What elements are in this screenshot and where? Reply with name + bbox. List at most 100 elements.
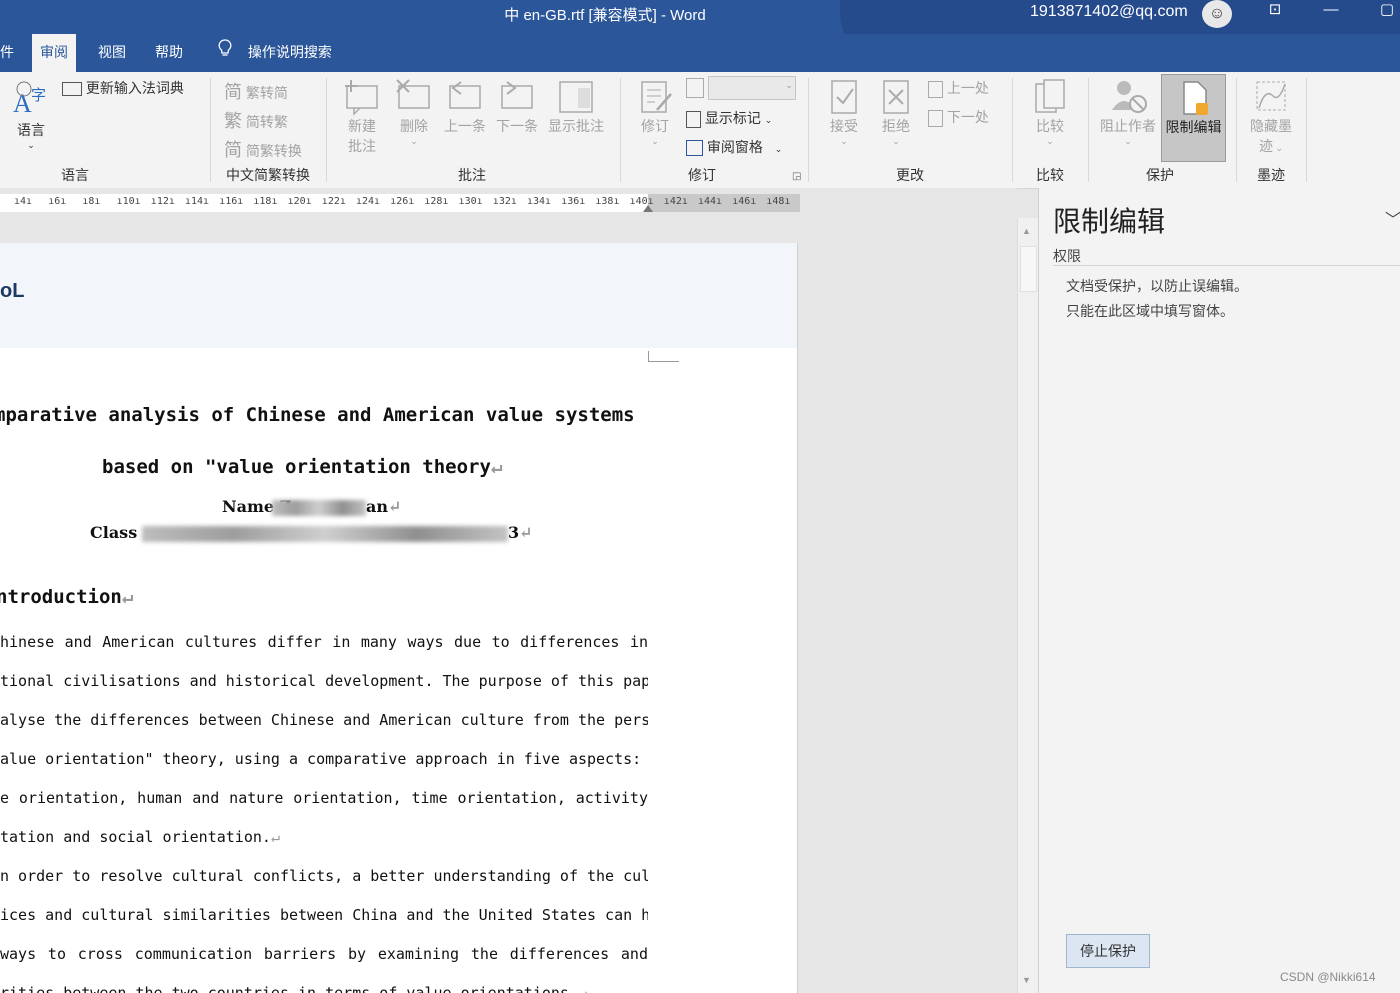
crop-mark <box>648 351 679 362</box>
chinese-convert-button[interactable]: 简 简繁转换 <box>224 136 302 162</box>
markup-display-dropdown[interactable]: ⌄ <box>686 76 796 100</box>
update-ime-dictionary-button[interactable]: 更新输入法词典 <box>62 78 184 98</box>
author-name-end: an↵ <box>366 497 401 516</box>
group-language-label: 语言 <box>61 167 89 183</box>
avatar[interactable]: ☺ <box>1202 0 1232 28</box>
compare-button[interactable]: 比较 ⌄ <box>1026 78 1074 147</box>
accept-icon <box>831 80 857 114</box>
chevron-down-icon: ⌄ <box>785 80 793 90</box>
section-heading: ntroduction↵ <box>0 586 133 608</box>
body-text-line: ways to cross communication barriers by … <box>0 945 648 963</box>
keyboard-icon <box>62 82 82 97</box>
previous-change-button[interactable]: 上一处 <box>928 78 989 98</box>
tracking-options-launcher-icon[interactable]: ◲ <box>792 171 801 182</box>
body-text-line-end: tation and social orientation.↵ <box>0 828 648 846</box>
group-ink-label: 墨迹 <box>1257 167 1285 183</box>
svg-text:字: 字 <box>31 86 46 104</box>
convert-icon: 简 <box>224 140 242 160</box>
group-divider <box>1306 78 1307 182</box>
new-comment-button[interactable]: 新建 批注 <box>338 78 386 156</box>
track-changes-icon <box>641 81 672 113</box>
restrict-editing-icon <box>1182 81 1208 115</box>
show-markup-icon <box>686 110 701 128</box>
right-indent-marker[interactable] <box>643 205 653 212</box>
title-bar: 中 en-GB.rtf [兼容模式] - Word 1913871402@qq.… <box>0 0 1400 34</box>
watermark: CSDN @Nikki614 <box>1280 970 1376 984</box>
tab-file[interactable]: 件 <box>0 34 22 72</box>
document-area: oL mparative analysis of Chinese and Ame… <box>0 218 1017 993</box>
reject-button[interactable]: 拒绝 ⌄ <box>872 78 920 147</box>
maximize-icon[interactable]: ▢ <box>1370 0 1400 22</box>
tab-view[interactable]: 视图 <box>90 34 134 72</box>
simp-to-trad-label: 简转繁 <box>245 114 288 130</box>
body-text-line: alyse the differences between Chinese an… <box>0 711 648 729</box>
show-markup-button[interactable]: 显示标记 ⌄ <box>686 108 772 128</box>
show-markup-label: 显示标记 <box>704 110 761 126</box>
ruler-tick-label: ı42ı <box>663 196 688 207</box>
protection-message-2: 只能在此区域中填写窗体。 <box>1066 303 1234 319</box>
tell-me-search[interactable]: 操作说明搜索 <box>210 34 340 72</box>
document-page[interactable]: oL mparative analysis of Chinese and Ame… <box>0 243 798 993</box>
window-title: 中 en-GB.rtf [兼容模式] - Word <box>504 7 706 24</box>
minimize-icon[interactable]: — <box>1314 0 1348 22</box>
redacted-class-info <box>142 526 508 542</box>
ribbon-display-options-icon[interactable]: ⊡ <box>1258 0 1292 22</box>
delete-comment-button[interactable]: 删除 ⌄ <box>390 78 438 147</box>
class-end-text: 3 <box>508 523 520 542</box>
delete-comment-icon <box>396 79 430 109</box>
language-button[interactable]: A 字 语言 ⌄ <box>8 78 54 151</box>
accept-button[interactable]: 接受 ⌄ <box>820 78 868 147</box>
ruler-tick-label: ı8ı <box>82 196 101 207</box>
tab-review[interactable]: 审阅 <box>32 34 76 72</box>
ruler-tick-label: ı32ı <box>492 196 517 207</box>
new-comment-label-1: 新建 <box>348 118 376 134</box>
reviewing-pane-button[interactable]: 审阅窗格 ⌄ <box>686 137 782 157</box>
restrict-editing-button[interactable]: 限制编辑 <box>1161 74 1226 162</box>
class-end: 3↵ <box>508 523 533 542</box>
new-comment-icon <box>345 80 378 116</box>
stop-protection-button[interactable]: 停止保护 <box>1066 934 1150 968</box>
restrict-editing-pane: 限制编辑 ﹀ 权限 文档受保护，以防止误编辑。 只能在此区域中填写窗体。 停止保… <box>1038 188 1400 993</box>
horizontal-ruler[interactable]: ı4ı ı6ı ı8ı ı10ı ı12ı ı14ı ı16ı ı18ı ı20ı ı22ı ı24… <box>0 188 1017 218</box>
chevron-down-icon: ⌄ <box>840 136 848 146</box>
hide-ink-label-2: 迹 <box>1258 138 1273 154</box>
redacted-name <box>272 500 366 516</box>
group-divider <box>210 78 211 182</box>
tab-help[interactable]: 帮助 <box>147 34 191 72</box>
vertical-scrollbar[interactable]: ▲ ▼ <box>1017 218 1038 993</box>
ruler-tick-label: ı14ı <box>185 196 210 207</box>
next-change-button[interactable]: 下一处 <box>928 107 989 127</box>
lightbulb-icon <box>218 34 236 70</box>
scroll-up-icon[interactable]: ▲ <box>1022 226 1031 236</box>
ruler-tick-label: ı38ı <box>595 196 620 207</box>
trad-to-simp-button[interactable]: 简 繁转简 <box>224 78 288 104</box>
pane-options-chevron-icon[interactable]: ﹀ <box>1385 206 1400 230</box>
previous-comment-label: 上一条 <box>444 118 486 134</box>
track-changes-button[interactable]: 修订 ⌄ <box>632 78 678 147</box>
reviewing-pane-icon <box>686 140 703 157</box>
language-label: 语言 <box>17 122 45 138</box>
name-end-text: an <box>366 497 388 516</box>
ruler-tick-label: ı10ı <box>116 196 141 207</box>
section-divider <box>1053 265 1400 266</box>
protection-message-1: 文档受保护，以防止误编辑。 <box>1066 278 1248 294</box>
block-authors-button[interactable]: 阻止作者 ⌄ <box>1096 78 1160 147</box>
show-comments-button[interactable]: 显示批注 <box>544 78 608 136</box>
ruler-tick-label: ı4ı <box>14 196 33 207</box>
previous-comment-button[interactable]: 上一条 <box>440 78 490 136</box>
scroll-down-icon[interactable]: ▼ <box>1022 975 1031 985</box>
next-comment-button[interactable]: 下一条 <box>492 78 542 136</box>
group-divider <box>1088 78 1089 182</box>
hide-ink-button[interactable]: 隐藏墨 迹 ⌄ <box>1244 78 1298 156</box>
block-authors-icon <box>1112 81 1147 113</box>
simp-to-trad-button[interactable]: 繁 简转繁 <box>224 107 288 133</box>
user-account[interactable]: 1913871402@qq.com <box>1030 3 1188 21</box>
scroll-thumb[interactable] <box>1020 246 1037 292</box>
ruler-tick-label: ı12ı <box>150 196 175 207</box>
markup-select[interactable]: ⌄ <box>707 76 796 100</box>
reject-label: 拒绝 <box>882 118 910 134</box>
next-comment-icon <box>501 81 533 109</box>
compare-icon <box>1035 79 1065 113</box>
body-text-last: rities between the two countries in term… <box>0 984 578 993</box>
chevron-down-icon: ⌄ <box>774 144 783 154</box>
